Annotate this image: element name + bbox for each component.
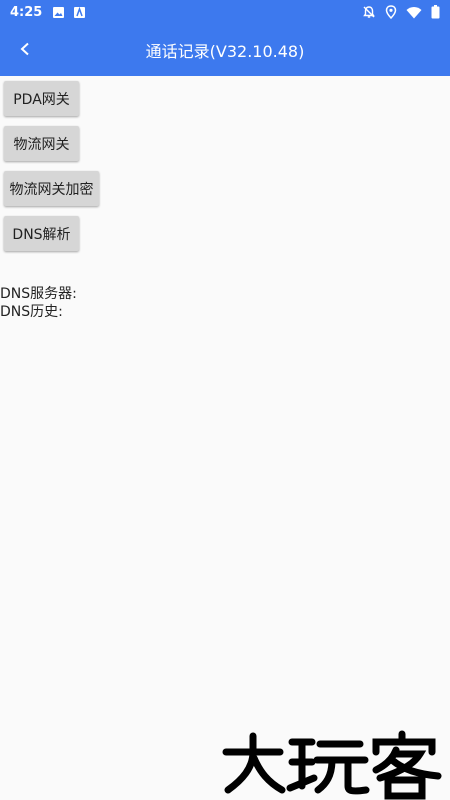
page-title: 通话记录(V32.10.48) (145, 42, 305, 61)
logistics-gateway-encrypt-button[interactable]: 物流网关加密 (4, 171, 99, 206)
pda-gateway-button[interactable]: PDA网关 (4, 81, 79, 116)
wifi-icon (406, 6, 422, 19)
dns-server-label: DNS服务器: (0, 286, 77, 302)
app-bar: 通话记录(V32.10.48) (0, 24, 450, 76)
status-time: 4:25 (10, 4, 43, 20)
app-notification-icon (73, 6, 86, 19)
status-right-icons (362, 5, 440, 19)
image-icon (52, 6, 65, 19)
chevron-left-icon (19, 41, 31, 60)
status-bar: 4:25 (0, 0, 450, 24)
logistics-gateway-button[interactable]: 物流网关 (4, 126, 79, 161)
dns-resolve-button[interactable]: DNS解析 (4, 216, 79, 251)
back-button[interactable] (0, 24, 50, 76)
battery-icon (431, 5, 440, 19)
watermark-logo (220, 728, 450, 800)
status-left-icons (52, 6, 86, 19)
notifications-off-icon (362, 5, 376, 19)
location-icon (385, 5, 397, 19)
dns-history-label: DNS历史: (0, 304, 63, 320)
